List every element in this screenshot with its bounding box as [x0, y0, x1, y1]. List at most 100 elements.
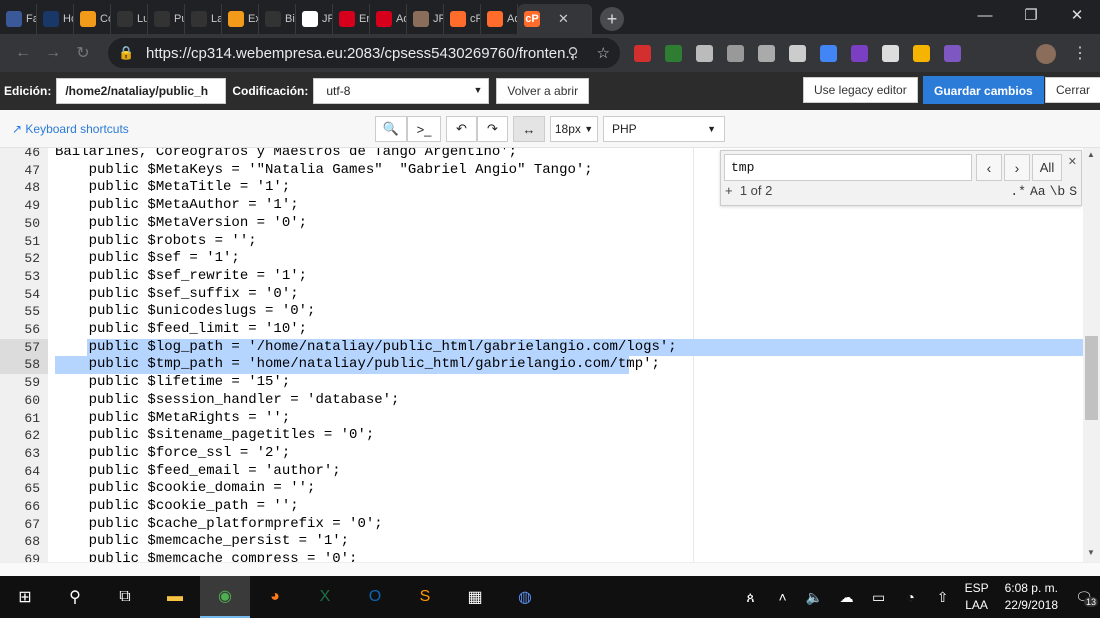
undo-button[interactable]: ↶ [446, 116, 477, 142]
search-icon[interactable]: ⚲ [50, 576, 100, 618]
code-line[interactable]: 61 public $MetaRights = ''; [0, 410, 1083, 428]
extension-icon[interactable] [634, 44, 651, 62]
notification-icon[interactable]: 🗨 13 [1068, 589, 1100, 607]
extension-icon[interactable] [913, 44, 930, 62]
redo-button[interactable]: ↷ [477, 116, 508, 142]
browser-tab[interactable]: Ext [222, 4, 259, 34]
browser-tab[interactable]: Pu [148, 4, 185, 34]
clock[interactable]: 6:08 p. m. 22/9/2018 [1005, 580, 1058, 614]
cloud-icon[interactable]: ☁ [831, 589, 863, 606]
extension-icon[interactable] [758, 44, 775, 62]
code-line[interactable]: 59 public $lifetime = '15'; [0, 374, 1083, 392]
goto-line-button[interactable]: >_ [407, 116, 441, 142]
wrap-toggle-button[interactable]: ↔ [513, 116, 545, 142]
code-line[interactable]: 64 public $feed_email = 'author'; [0, 463, 1083, 481]
word-option[interactable]: \b [1050, 184, 1066, 199]
task-view-icon[interactable]: ⧉ [100, 576, 150, 618]
chevron-up-icon[interactable]: ˄ [767, 589, 799, 605]
extension-icon[interactable] [882, 44, 899, 62]
new-tab-button[interactable]: + [600, 7, 624, 31]
scrollbar-thumb[interactable] [1085, 336, 1098, 420]
chrome-icon[interactable]: ◉ [200, 576, 250, 618]
bookmark-star-icon[interactable]: ☆ [597, 44, 610, 62]
browser-tab[interactable]: cPa [444, 4, 481, 34]
firefox-icon[interactable]: ◕ [250, 576, 300, 618]
close-search-icon[interactable]: ✕ [1068, 155, 1077, 168]
reload-icon[interactable]: ↻ [68, 43, 98, 63]
extension-icon[interactable] [851, 44, 868, 62]
browser-tab[interactable]: Bie [259, 4, 296, 34]
browser-tab-active[interactable]: cP ✕ [518, 4, 592, 34]
code-line[interactable]: 65 public $cookie_domain = ''; [0, 480, 1083, 498]
code-line[interactable]: 58 public $tmp_path = 'home/nataliay/pub… [0, 356, 1083, 375]
url-input[interactable]: 🔒 https://cp314.webempresa.eu:2083/cpses… [108, 38, 620, 68]
code-line[interactable]: 50 public $MetaVersion = '0'; [0, 215, 1083, 233]
code-line[interactable]: 60 public $session_handler = 'database'; [0, 392, 1083, 410]
sublime-icon[interactable]: S [400, 576, 450, 618]
find-all-button[interactable]: All [1032, 154, 1062, 181]
mode-select[interactable]: PHP ▼ [603, 116, 725, 142]
battery-icon[interactable]: ▭ [863, 589, 895, 606]
replace-toggle-icon[interactable]: + [725, 183, 733, 198]
scroll-down-icon[interactable]: ▼ [1087, 548, 1095, 557]
close-button[interactable]: Cerrar [1045, 77, 1100, 103]
zoom-search-icon[interactable]: ⚲ [568, 44, 579, 62]
code-line[interactable]: 52 public $sef = '1'; [0, 250, 1083, 268]
code-line[interactable]: 54 public $sef_suffix = '0'; [0, 286, 1083, 304]
browser-tab[interactable]: JFo [407, 4, 444, 34]
language-indicator[interactable]: ESP LAA [965, 580, 989, 614]
browser-tab[interactable]: Lan [185, 4, 222, 34]
close-window-icon[interactable]: ✕ [1054, 0, 1100, 30]
search-input[interactable]: tmp [724, 154, 972, 181]
encoding-select[interactable]: utf-8 ▼ [313, 78, 490, 104]
chromium-icon[interactable]: ◍ [500, 576, 550, 618]
save-button[interactable]: Guardar cambios [923, 76, 1044, 104]
minimize-icon[interactable]: — [962, 0, 1008, 30]
people-icon[interactable]: ጰ [735, 589, 767, 606]
upload-icon[interactable]: ⇧ [927, 589, 959, 606]
browser-tab[interactable]: Ho [37, 4, 74, 34]
font-size-select[interactable]: 18px ▼ [550, 116, 598, 142]
search-button[interactable]: 🔍 [375, 116, 407, 142]
browser-tab[interactable]: JFo [296, 4, 333, 34]
back-icon[interactable]: ← [8, 44, 38, 62]
close-tab-icon[interactable]: ✕ [558, 11, 569, 27]
code-line[interactable]: 53 public $sef_rewrite = '1'; [0, 268, 1083, 286]
volume-icon[interactable]: 🔈 [799, 589, 831, 606]
code-line[interactable]: 68 public $memcache_persist = '1'; [0, 533, 1083, 551]
horizontal-scrollbar[interactable] [0, 562, 1100, 576]
find-prev-button[interactable]: ‹ [976, 154, 1002, 181]
find-next-button[interactable]: › [1004, 154, 1030, 181]
extension-icon[interactable] [789, 44, 806, 62]
code-line[interactable]: 57 public $log_path = '/home/nataliay/pu… [0, 338, 1083, 357]
scroll-up-icon[interactable]: ▲ [1087, 150, 1095, 159]
code-line[interactable]: 66 public $cookie_path = ''; [0, 498, 1083, 516]
keyboard-shortcuts-link[interactable]: ↗ Keyboard shortcuts [12, 122, 129, 136]
selection-option[interactable]: S [1069, 184, 1077, 199]
excel-icon[interactable]: X [300, 576, 350, 618]
browser-tab[interactable]: En [333, 4, 370, 34]
browser-tab[interactable]: Lur [111, 4, 148, 34]
browser-tab[interactable]: Fac [0, 4, 37, 34]
extension-icon[interactable] [665, 44, 682, 62]
profile-avatar[interactable] [1036, 44, 1056, 64]
legacy-editor-button[interactable]: Use legacy editor [803, 77, 918, 103]
menu-icon[interactable]: ⋮ [1072, 43, 1088, 63]
code-line[interactable]: 62 public $sitename_pagetitles = '0'; [0, 427, 1083, 445]
calendar-icon[interactable]: ▦ [450, 576, 500, 618]
path-input[interactable]: /home2/nataliay/public_h [56, 78, 227, 104]
forward-icon[interactable]: → [38, 44, 68, 62]
reopen-button[interactable]: Volver a abrir [496, 78, 590, 104]
case-option[interactable]: Aa [1030, 184, 1046, 199]
code-line[interactable]: 69 public $memcache_compress = '0'; [0, 551, 1083, 562]
browser-tab[interactable]: Cor [74, 4, 111, 34]
code-line[interactable]: 51 public $robots = ''; [0, 233, 1083, 251]
wifi-icon[interactable]: ◔ [895, 589, 927, 605]
vertical-scrollbar[interactable]: ▲ ▼ [1083, 148, 1100, 562]
file-explorer-icon[interactable]: ▬ [150, 576, 200, 618]
outlook-icon[interactable]: O [350, 576, 400, 618]
code-line[interactable]: 63 public $force_ssl = '2'; [0, 445, 1083, 463]
code-line[interactable]: 67 public $cache_platformprefix = '0'; [0, 516, 1083, 534]
browser-tab[interactable]: Adv [370, 4, 407, 34]
code-editor[interactable]: 46 Bailarines, Coreógrafos y Maestros de … [0, 148, 1100, 562]
